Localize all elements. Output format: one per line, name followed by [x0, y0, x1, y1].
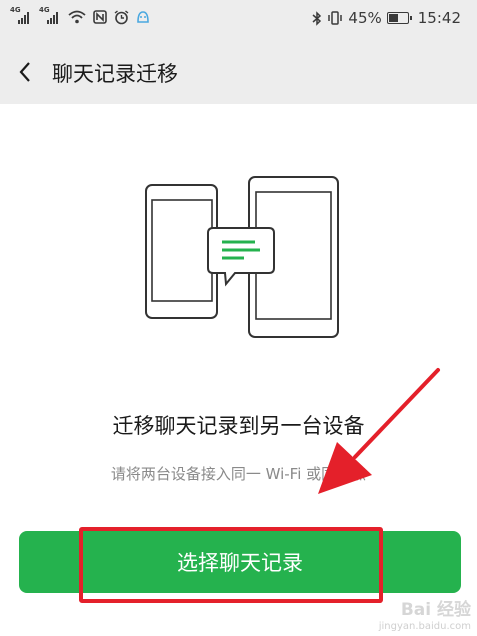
wifi-icon — [68, 10, 86, 24]
battery-percent: 45% — [348, 9, 382, 27]
annotation-highlight-box — [79, 527, 383, 603]
page-title: 聊天记录迁移 — [52, 62, 178, 86]
clock: 15:42 — [417, 9, 461, 27]
status-bar: 4G 4G 45% 15:42 — [0, 0, 477, 40]
nfc-icon — [93, 10, 107, 24]
alarm-icon — [114, 9, 129, 24]
signal-2-icon: 4G — [39, 6, 61, 25]
signal-1-icon: 4G — [10, 6, 32, 25]
chevron-left-icon[interactable] — [14, 60, 38, 84]
bluetooth-icon — [312, 10, 322, 26]
phones-transfer-illustration — [145, 176, 339, 338]
header: 聊天记录迁移 — [0, 40, 477, 104]
battery-icon — [386, 12, 412, 24]
vibrate-icon — [328, 11, 343, 25]
app-notification-icon — [137, 10, 149, 23]
transfer-subtitle: 请将两台设备接入同一 Wi-Fi 或同热点 — [110, 465, 367, 483]
watermark: Bai 经验 jingyan.baidu.com — [378, 599, 471, 632]
transfer-heading: 迁移聊天记录到另一台设备 — [112, 414, 365, 438]
